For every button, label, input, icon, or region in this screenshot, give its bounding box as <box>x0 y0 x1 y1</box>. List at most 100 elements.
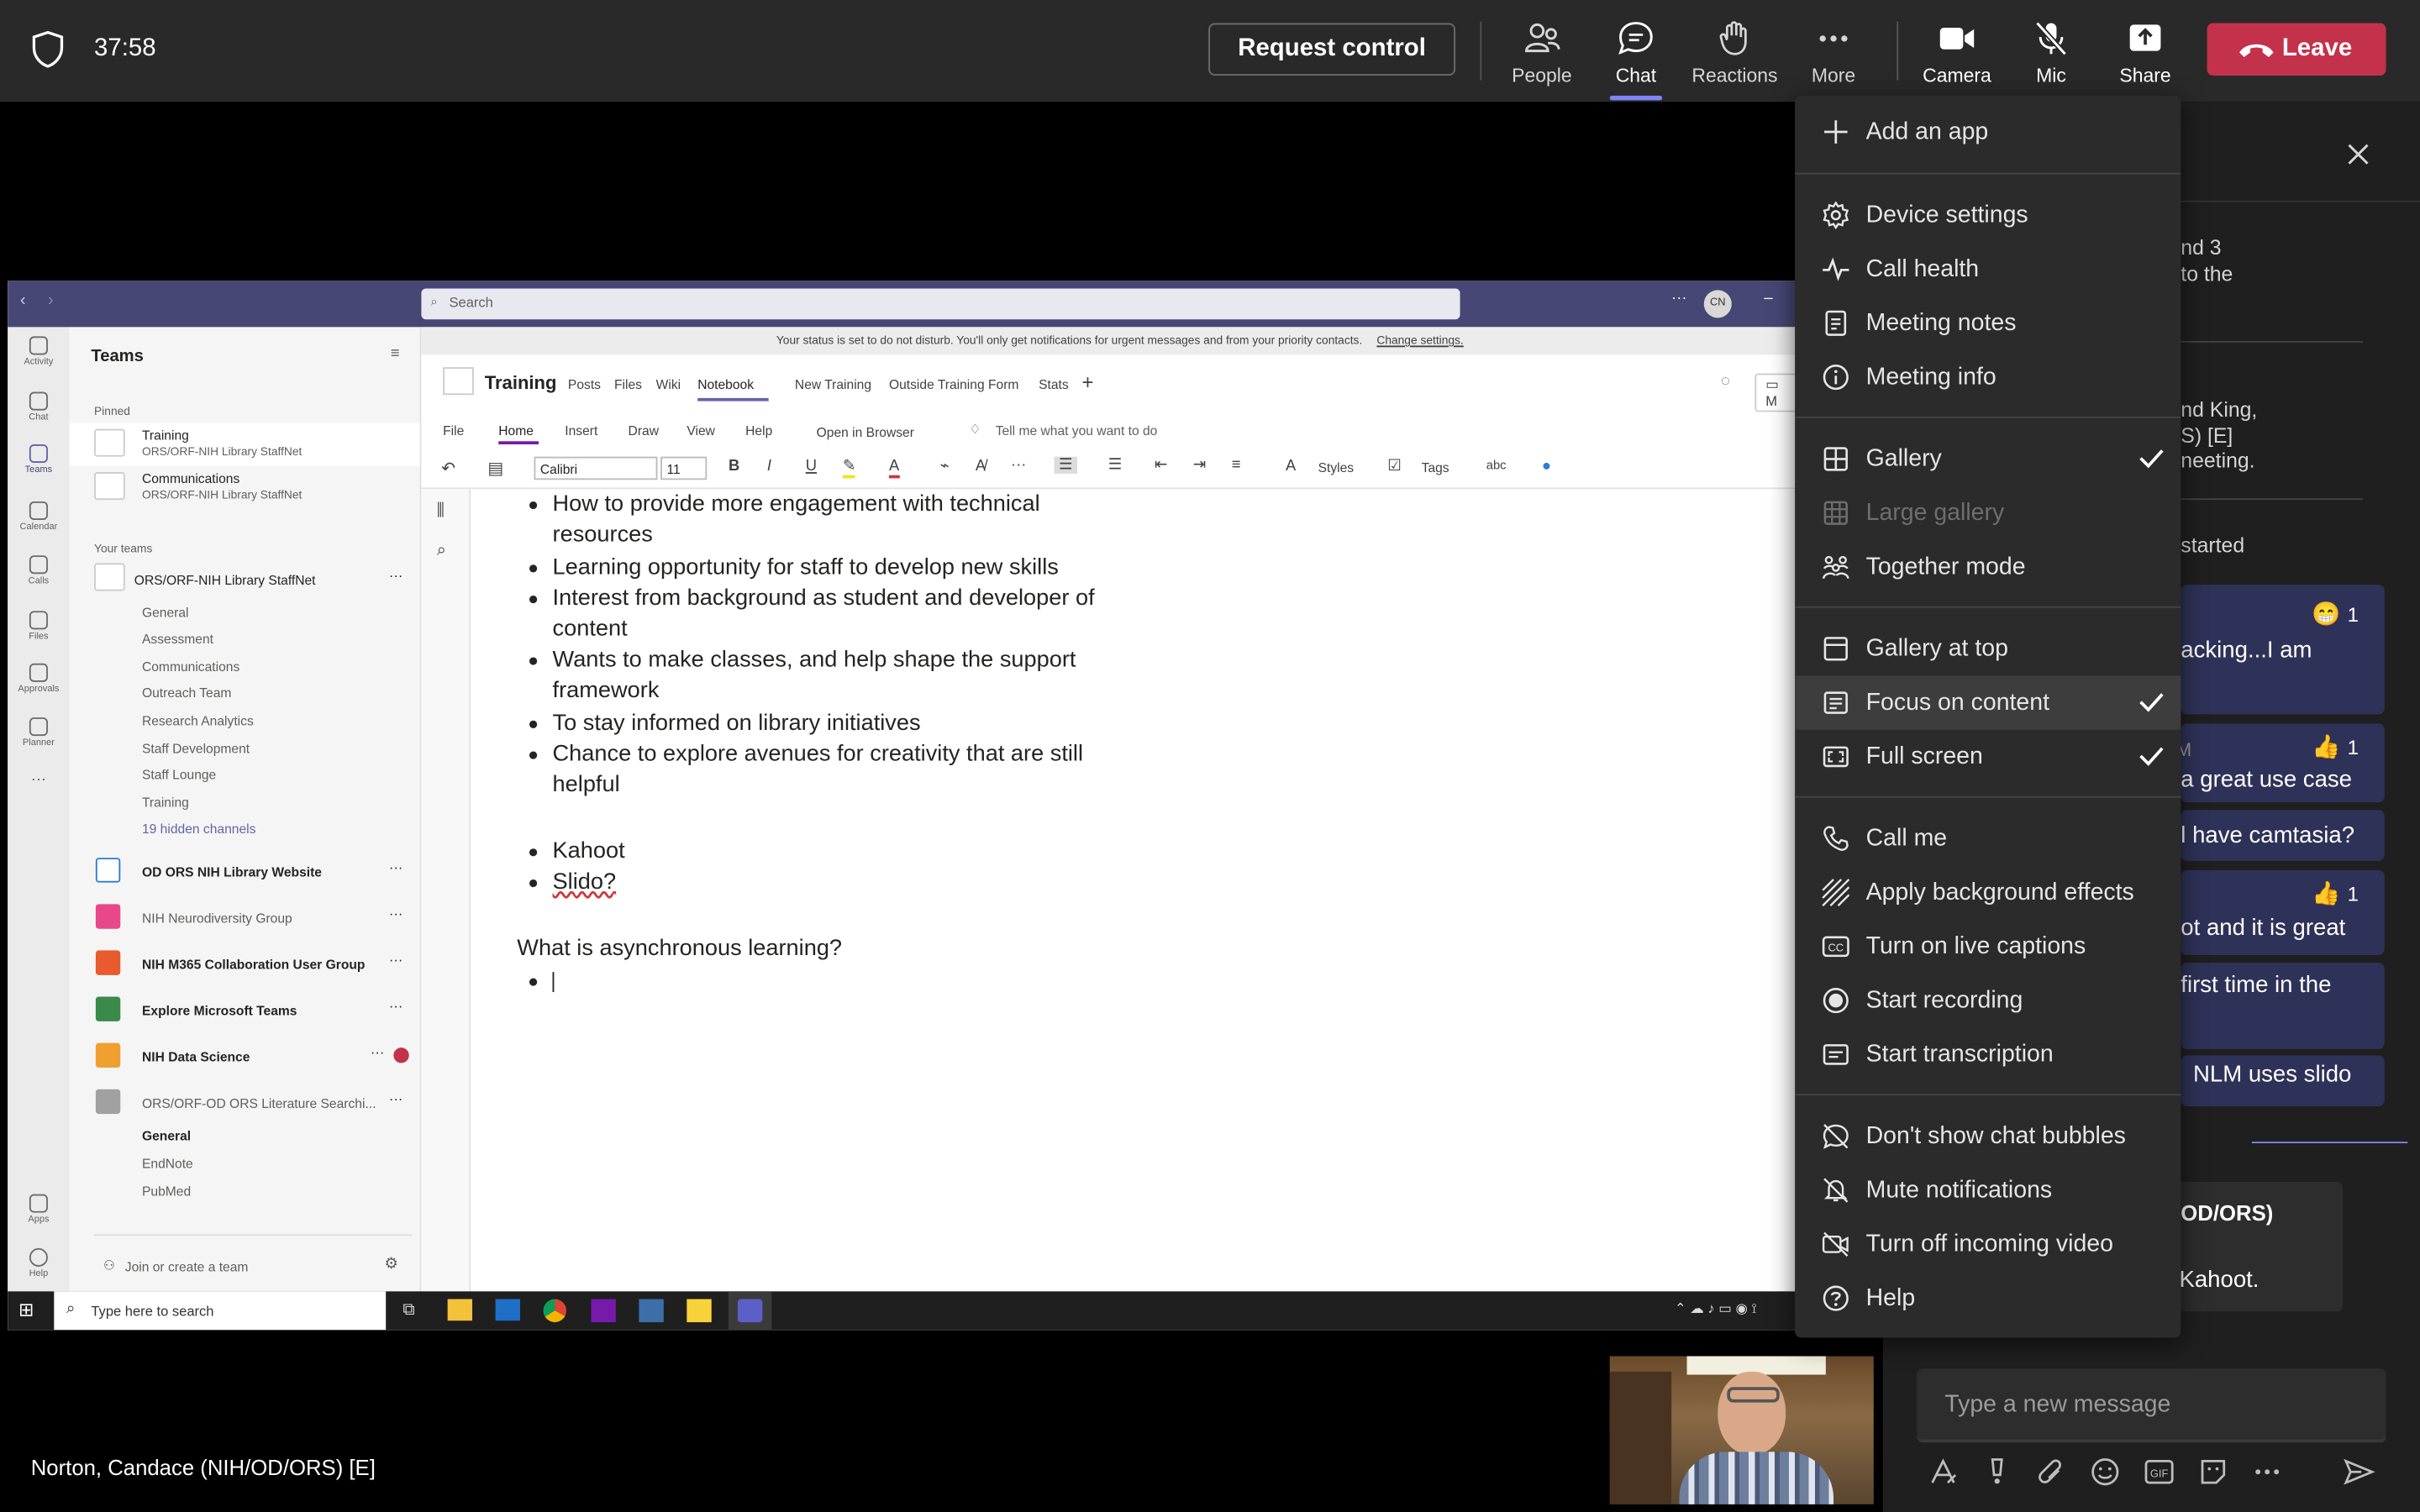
tab-new-training[interactable]: New Training <box>795 376 871 391</box>
styles-button[interactable]: Styles <box>1318 459 1355 475</box>
ribbon-tab-insert[interactable]: Insert <box>565 423 597 438</box>
channel-item[interactable]: General <box>142 605 189 620</box>
rail-more-icon[interactable]: ··· <box>8 771 69 788</box>
onenote-icon[interactable] <box>591 1299 616 1323</box>
team-more-icon[interactable]: ··· <box>389 906 403 921</box>
menu-item-background-effects[interactable]: Apply background effects <box>1795 865 2181 919</box>
chat-bubble[interactable]: l have camtasia? <box>2181 810 2385 861</box>
tell-me-input[interactable]: Tell me what you want to do <box>996 423 1158 438</box>
italic-icon[interactable]: I <box>767 459 771 475</box>
indent-icon[interactable]: ⇥ <box>1193 457 1206 474</box>
team-more-icon[interactable]: ··· <box>389 568 403 583</box>
format-painter-icon[interactable]: ⌁ <box>940 459 950 475</box>
format-icon[interactable] <box>1926 1455 1960 1488</box>
chat-bubble[interactable]: 👍 1 ot and it is great <box>2181 869 2385 955</box>
team-more-icon[interactable]: ··· <box>389 1091 403 1106</box>
channel-item[interactable]: Research Analytics <box>142 713 254 728</box>
ribbon-tab-file[interactable]: File <box>443 423 464 438</box>
teams-taskbar-button[interactable] <box>728 1291 772 1331</box>
self-video-preview[interactable] <box>1609 1356 1874 1504</box>
menu-item-start-transcription[interactable]: Start transcription <box>1795 1027 2181 1081</box>
menu-item-focus-on-content[interactable]: Focus on content <box>1795 675 2181 730</box>
people-button[interactable]: People <box>1496 13 1588 87</box>
menu-item-live-captions[interactable]: CC Turn on live captions <box>1795 920 2181 974</box>
ribbon-tab-home[interactable]: Home <box>498 423 534 438</box>
change-settings-link[interactable]: Change settings. <box>1376 333 1463 348</box>
calculator-icon[interactable] <box>639 1299 664 1323</box>
chat-bubble[interactable]: NLM uses slido <box>2181 1055 2385 1106</box>
emoji-icon[interactable] <box>2088 1455 2122 1488</box>
file-explorer-icon[interactable] <box>447 1299 473 1321</box>
team-item[interactable]: NIH Data Science <box>142 1049 250 1064</box>
clear-format-icon[interactable]: A̸ <box>976 459 986 475</box>
gif-icon[interactable]: GIF <box>2142 1455 2175 1488</box>
join-team-link[interactable]: Join or create a team <box>125 1259 249 1274</box>
rail-planner[interactable]: Planner <box>8 717 69 748</box>
menu-item-incoming-video[interactable]: Turn off incoming video <box>1795 1217 2181 1271</box>
leave-button[interactable]: Leave <box>2207 23 2386 76</box>
font-name-select[interactable]: Calibri <box>534 456 658 480</box>
team-item[interactable]: NIH Neurodiversity Group <box>142 911 292 926</box>
share-button[interactable]: Share <box>2099 13 2191 87</box>
tags-button[interactable]: Tags <box>1422 459 1449 475</box>
filter-icon[interactable]: ≡ <box>391 345 400 362</box>
rail-approvals[interactable]: Approvals <box>8 663 69 695</box>
channel-item[interactable]: Staff Development <box>142 741 250 756</box>
menu-item-chat-bubbles[interactable]: Don't show chat bubbles <box>1795 1110 2181 1163</box>
rail-files[interactable]: Files <box>8 611 69 642</box>
channel-item[interactable]: EndNote <box>142 1156 193 1171</box>
rail-apps[interactable]: Apps <box>8 1194 69 1225</box>
menu-item-gallery[interactable]: Gallery <box>1795 432 2181 486</box>
rail-chat[interactable]: Chat <box>8 391 69 423</box>
channel-item[interactable]: Training <box>142 795 189 810</box>
windows-start-icon[interactable]: ⊞ <box>18 1299 34 1321</box>
numbering-icon[interactable]: ☰ <box>1108 457 1122 474</box>
highlight-icon[interactable]: ✎ <box>842 459 856 479</box>
clipboard-icon[interactable]: ▤ <box>487 459 503 478</box>
align-icon[interactable]: ≡ <box>1232 457 1241 474</box>
request-control-button[interactable]: Request control <box>1208 23 1456 76</box>
more-format-icon[interactable]: ··· <box>1011 457 1026 474</box>
attach-icon[interactable] <box>2034 1455 2068 1488</box>
avatar[interactable]: CN <box>1703 290 1732 318</box>
chat-bubble[interactable]: 😁 1 acking...I am <box>2181 585 2385 715</box>
rail-help[interactable]: Help <box>8 1247 69 1279</box>
rail-teams[interactable]: Teams <box>8 444 69 475</box>
message-input[interactable]: Type a new message <box>1917 1368 2386 1443</box>
meet-button[interactable]: ▭ M <box>1754 373 1798 412</box>
menu-item-mute-notifications[interactable]: Mute notifications <box>1795 1163 2181 1217</box>
tab-files[interactable]: Files <box>614 376 642 391</box>
font-color-icon[interactable]: A <box>888 459 900 479</box>
menu-item-meeting-info[interactable]: Meeting info <box>1795 350 2181 404</box>
more-options-icon[interactable]: ··· <box>1671 290 1686 307</box>
outlook-icon[interactable] <box>495 1299 520 1321</box>
bullets-icon[interactable]: ☰ <box>1054 456 1077 474</box>
bold-icon[interactable]: B <box>729 459 739 475</box>
menu-item-large-gallery[interactable]: Large gallery <box>1795 486 2181 540</box>
ribbon-tab-view[interactable]: View <box>687 423 715 438</box>
outdent-icon[interactable]: ⇤ <box>1155 457 1167 474</box>
menu-item-meeting-notes[interactable]: Meeting notes <box>1795 297 2181 350</box>
settings-gear-icon[interactable]: ⚙ <box>384 1256 397 1273</box>
mic-button[interactable]: Mic <box>2005 13 2097 87</box>
ribbon-tab-draw[interactable]: Draw <box>629 423 659 438</box>
more-options-icon[interactable] <box>2250 1455 2284 1488</box>
team-more-icon[interactable]: ··· <box>389 998 403 1013</box>
priority-icon[interactable] <box>1981 1455 2014 1488</box>
channel-item[interactable]: General <box>142 1128 191 1143</box>
menu-item-gallery-at-top[interactable]: Gallery at top <box>1795 622 2181 675</box>
font-size-select[interactable]: 11 <box>660 456 708 480</box>
team-item[interactable]: ORS/ORF-OD ORS Literature Searchi... <box>142 1095 376 1110</box>
send-icon[interactable] <box>2341 1455 2375 1488</box>
pinned-item-communications[interactable]: Communications <box>142 470 239 486</box>
taskbar-search-input[interactable]: ⌕ Type here to search <box>54 1291 387 1331</box>
hidden-channels-link[interactable]: 19 hidden channels <box>142 821 255 836</box>
chat-bubble[interactable]: M 👍 1 a great use case <box>2176 723 2385 803</box>
rail-activity[interactable]: Activity <box>8 336 69 367</box>
system-tray-icons[interactable]: ⌃ ☁ ♪ ▭ ◉ ⟟ <box>1675 1300 1757 1317</box>
tab-stats[interactable]: Stats <box>1039 376 1069 391</box>
tab-outside-training-form[interactable]: Outside Training Form <box>889 376 1018 391</box>
underline-icon[interactable]: U <box>806 459 817 475</box>
task-view-icon[interactable]: ⧉ <box>402 1300 414 1320</box>
minimize-icon[interactable]: – <box>1764 290 1772 307</box>
